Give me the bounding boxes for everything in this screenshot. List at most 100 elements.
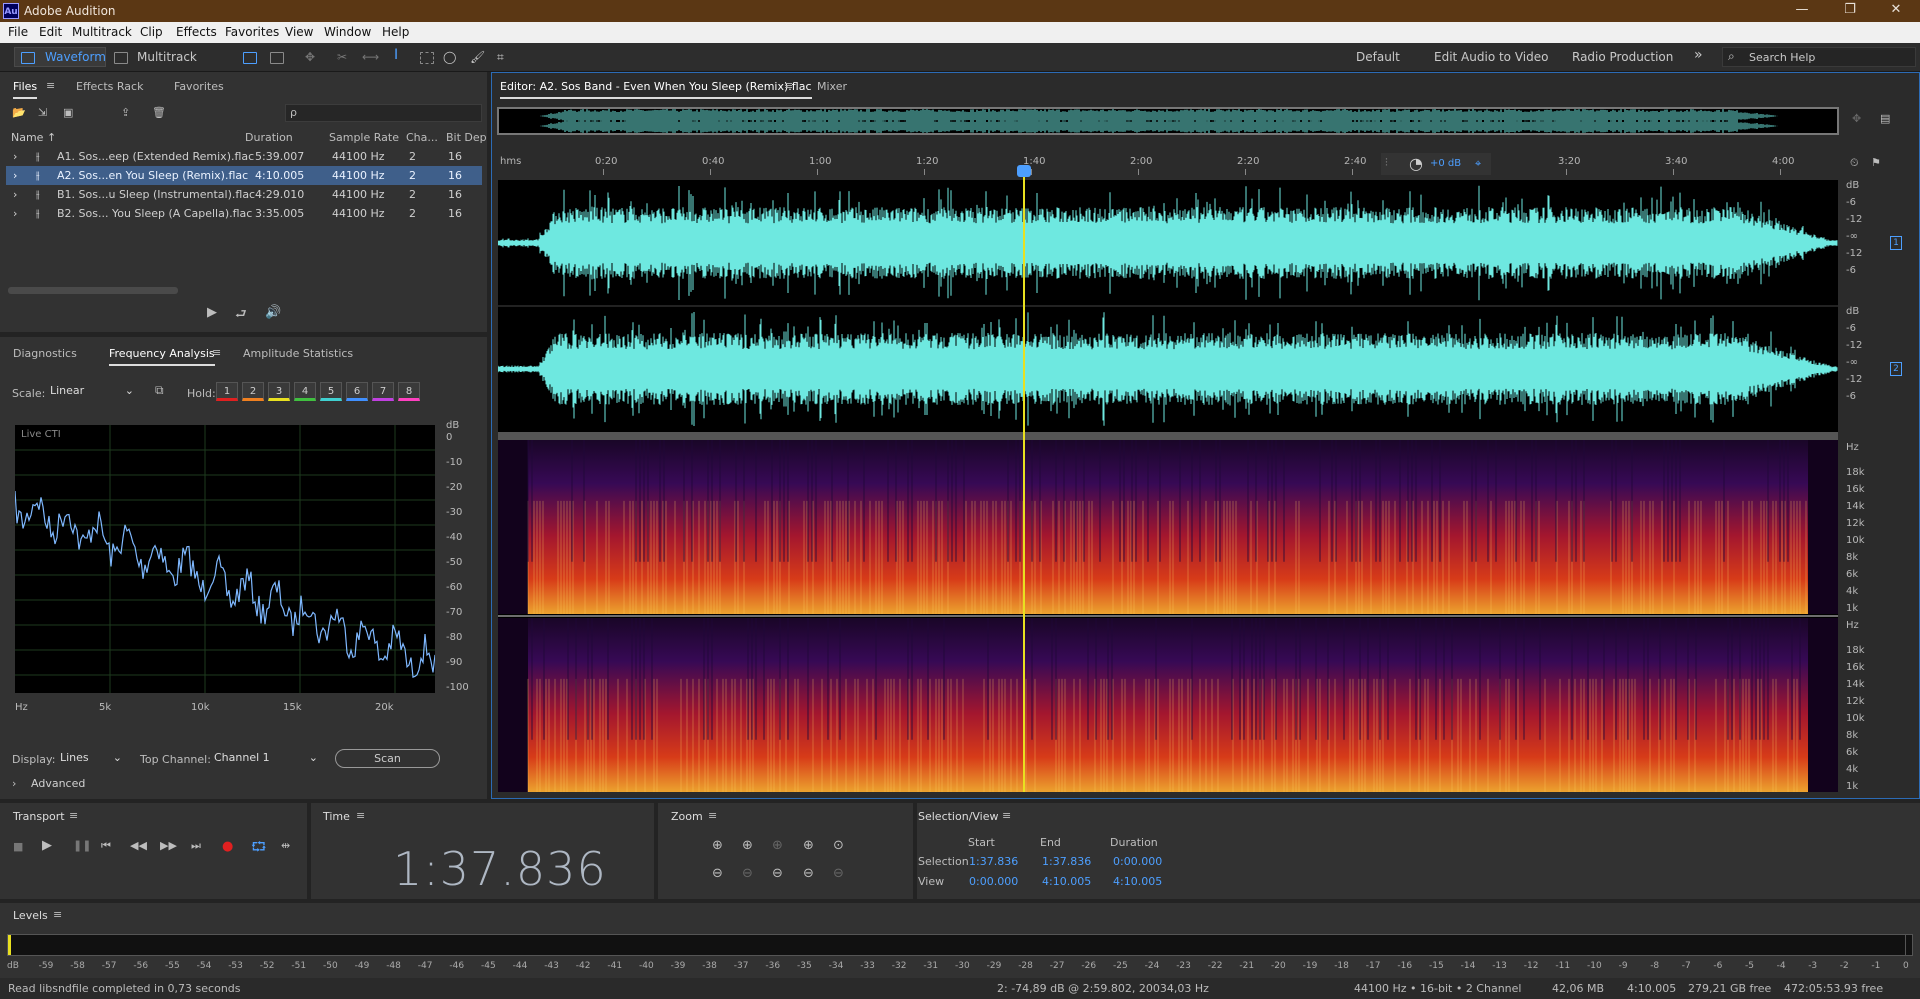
hold-button-6[interactable]: 6 [346,382,368,401]
zoom-menu-icon[interactable]: ≡ [708,809,717,822]
editor-menu-icon[interactable]: ≡ [784,79,793,92]
advanced-chevron-icon[interactable]: › [12,777,16,790]
open-file-icon[interactable]: 📂 [12,106,26,119]
file-row[interactable]: › ⫲ B1. Sos...u Sleep (Instrumental).flac… [6,185,482,204]
zoom-in-time-icon[interactable]: ⊕ [742,838,753,853]
col-channels[interactable]: Cha... [406,131,438,144]
rewind-icon[interactable]: ◀◀ [130,839,147,852]
move-to-next-icon[interactable]: ⏭ [191,839,201,853]
loop-playback-icon[interactable]: ⮔ [251,838,266,860]
top-channel-dropdown[interactable]: Channel 1 ⌄ [209,749,321,768]
menu-favorites[interactable]: Favorites [225,25,279,39]
tab-effects-rack[interactable]: Effects Rack [76,80,143,93]
zoom-out-point-icon[interactable]: ⊖ [803,866,814,881]
pause-icon[interactable]: ❚❚ [73,839,91,852]
file-row-selected[interactable]: › ⫲ A2. Sos...en You Sleep (Remix).flac 4:… [6,166,482,185]
pitch-view-icon[interactable] [270,52,284,64]
tab-favorites[interactable]: Favorites [174,80,224,93]
view-duration[interactable]: 4:10.005 [1113,875,1162,888]
col-name[interactable]: Name ↑ [11,131,56,144]
hud-gain[interactable]: ⫶ ◔ +0 dB ⌖ [1381,153,1491,175]
play-icon[interactable]: ▶ [42,838,52,853]
workspace-default[interactable]: Default [1356,50,1400,64]
waveform-display[interactable] [498,180,1838,432]
menu-clip[interactable]: Clip [140,25,163,39]
minimize-icon[interactable]: — [1782,2,1822,17]
view-divider[interactable] [498,432,1838,440]
menu-window[interactable]: Window [324,25,371,39]
brush-tool-icon[interactable]: 🖌 [470,50,485,64]
zoom-reset-icon[interactable]: ⊙ [833,838,844,853]
zoom-fit-icon[interactable]: ✥ [1852,112,1861,125]
workspace-radio-production[interactable]: Radio Production [1572,50,1673,64]
snap-icon[interactable]: ⏲ [1850,156,1859,170]
playhead[interactable] [1023,176,1025,792]
freq-menu-icon[interactable]: ≡ [212,346,221,359]
col-sample-rate[interactable]: Sample Rate [329,131,399,144]
menu-effects[interactable]: Effects [176,25,217,39]
skip-selection-icon[interactable]: ⇹ [281,839,290,852]
files-search-input[interactable] [285,104,482,122]
clip-indicator[interactable] [1905,935,1912,955]
view-end[interactable]: 4:10.005 [1042,875,1091,888]
panel-layout-icon[interactable]: ▤ [1880,112,1890,125]
zoom-selection-icon[interactable]: ⊕ [772,838,783,853]
menu-view[interactable]: View [285,25,313,39]
marker-icon[interactable]: ⚑ [1871,156,1881,169]
time-ruler[interactable]: hms0:200:401:001:201:402:002:202:403:003… [498,153,1838,175]
advanced-toggle[interactable]: Advanced [31,777,85,790]
move-to-previous-icon[interactable]: ⏮ [101,839,111,853]
snapshot-icon[interactable]: ⧉ [155,383,164,398]
hold-button-2[interactable]: 2 [242,382,264,401]
spectral-view-icon[interactable] [243,52,257,64]
menu-help[interactable]: Help [382,25,409,39]
restore-icon[interactable]: ❐ [1830,2,1870,17]
move-tool-icon[interactable]: ✥ [305,50,315,64]
hold-button-5[interactable]: 5 [320,382,342,401]
hold-button-3[interactable]: 3 [268,382,290,401]
transport-menu-icon[interactable]: ≡ [69,809,78,822]
scan-button[interactable]: Scan [335,749,440,768]
pin-hud-icon[interactable]: ⌖ [1475,157,1481,171]
tab-files[interactable]: Files [13,80,38,99]
zoom-out-time-icon[interactable]: ⊖ [742,866,753,881]
col-bit-depth[interactable]: Bit Dep [446,131,487,144]
hold-button-7[interactable]: 7 [372,382,394,401]
tab-frequency-analysis[interactable]: Frequency Analysis [109,347,215,366]
close-icon[interactable]: ✕ [1876,2,1916,17]
new-file-icon[interactable]: ▣ [63,106,73,119]
zoom-to-selection-icon[interactable]: ⊕ [803,838,814,853]
tab-diagnostics[interactable]: Diagnostics [13,347,77,360]
time-menu-icon[interactable]: ≡ [356,809,365,822]
view-start[interactable]: 0:00.000 [969,875,1018,888]
col-duration[interactable]: Duration [245,131,293,144]
spectral-display[interactable] [498,440,1838,792]
selection-end[interactable]: 1:37.836 [1042,855,1091,868]
marquee-tool-icon[interactable] [420,52,434,64]
file-row[interactable]: › ⫲ B2. Sos... You Sleep (A Capella).flac… [6,204,482,223]
spot-healing-icon[interactable]: ⌗ [497,50,504,65]
zoom-out-full-icon[interactable]: ⊖ [833,866,844,881]
multitrack-button[interactable]: Multitrack [137,50,197,64]
play-preview-icon[interactable]: ▶ [207,305,217,320]
loop-preview-icon[interactable]: ⮐ [235,305,247,327]
more-workspaces-icon[interactable]: » [1694,47,1703,63]
zoom-in-amplitude-icon[interactable]: ⊕ [712,838,723,853]
insert-icon[interactable]: ⇪ [121,106,130,119]
playhead-handle[interactable] [1017,165,1031,177]
time-selection-tool-icon[interactable]: I [394,47,398,63]
hold-button-4[interactable]: 4 [294,382,316,401]
razor-tool-icon[interactable]: ✂ [337,50,347,64]
record-icon[interactable]: ● [222,839,233,854]
display-dropdown[interactable]: Lines ⌄ [55,749,125,768]
files-menu-icon[interactable]: ≡ [46,79,55,92]
levels-menu-icon[interactable]: ≡ [53,908,62,921]
files-scrollbar[interactable] [8,287,178,294]
selection-start[interactable]: 1:37.836 [969,855,1018,868]
file-row[interactable]: › ⫲ A1. Sos...eep (Extended Remix).flac 5:… [6,147,482,166]
slip-tool-icon[interactable]: ⟷ [362,50,379,64]
auto-play-icon[interactable]: 🔊 [265,305,281,320]
workspace-edit-audio-to-video[interactable]: Edit Audio to Video [1434,50,1548,64]
menu-multitrack[interactable]: Multitrack [72,25,132,39]
lasso-tool-icon[interactable]: ◯ [443,50,456,64]
